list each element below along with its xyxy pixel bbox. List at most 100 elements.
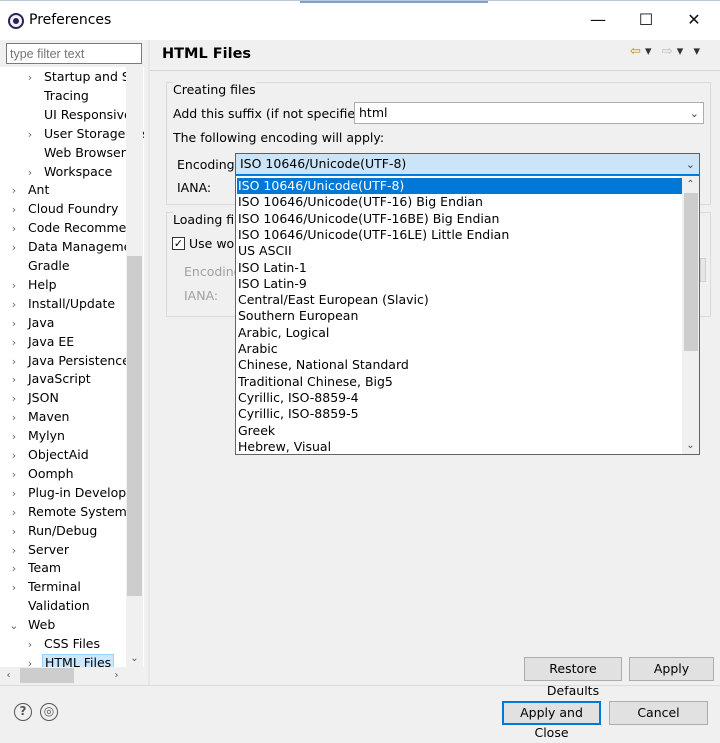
chevron-right-icon[interactable]: › [24, 635, 36, 654]
chevron-right-icon[interactable]: › [8, 314, 20, 333]
tree-scroll-left-icon[interactable]: ‹ [0, 667, 17, 684]
chevron-right-icon[interactable]: › [8, 333, 20, 352]
apply-and-close-button[interactable]: Apply and Close [502, 701, 601, 740]
tree-item[interactable]: ⌄ Web [0, 615, 57, 634]
forward-menu-icon[interactable]: ▾ [677, 44, 684, 59]
encoding-option[interactable]: Traditional Chinese, Big5 [237, 374, 683, 390]
chevron-right-icon[interactable]: › [8, 408, 20, 427]
chevron-right-icon[interactable]: › [8, 578, 20, 597]
tree-item[interactable]: › Team [0, 558, 63, 577]
tree-item[interactable]: › Ant [0, 180, 51, 199]
tree-scroll-right-icon[interactable]: › [108, 667, 125, 684]
chevron-right-icon[interactable]: › [8, 295, 20, 314]
chevron-right-icon[interactable]: › [8, 484, 20, 503]
tree-item[interactable]: Validation [0, 596, 92, 615]
tree-item[interactable]: › Data Managemen [0, 237, 141, 256]
encoding-option[interactable]: Cyrillic, ISO-8859-4 [237, 390, 683, 406]
import-export-icon[interactable]: ◎ [40, 703, 58, 721]
chevron-right-icon[interactable]: › [24, 125, 36, 144]
chevron-right-icon[interactable]: › [8, 541, 20, 560]
chevron-down-icon[interactable]: ⌄ [8, 616, 20, 635]
tree-item[interactable]: › Remote Systems [0, 502, 135, 521]
chevron-right-icon[interactable]: › [8, 200, 20, 219]
tree-item[interactable]: UI Responsiven [0, 105, 142, 124]
chevron-right-icon[interactable]: › [8, 352, 20, 371]
dropdown-scroll-up-icon[interactable]: ⌃ [682, 176, 699, 193]
restore-defaults-button[interactable]: Restore Defaults [524, 657, 622, 698]
tree-item[interactable]: › Terminal [0, 577, 83, 596]
tree-item[interactable]: Tracing [0, 86, 91, 105]
tree-item[interactable]: Gradle [0, 256, 72, 275]
chevron-right-icon[interactable]: › [8, 465, 20, 484]
tree-item[interactable]: › Java Persistence [0, 351, 132, 370]
tree-item[interactable]: › Server [0, 540, 71, 559]
back-icon[interactable]: ⇦ [630, 44, 641, 59]
tree-item[interactable]: › User Storage Se [0, 124, 144, 143]
encoding-option[interactable]: ISO 10646/Unicode(UTF-16LE) Little Endia… [237, 227, 683, 243]
tree-item[interactable]: › Maven [0, 407, 71, 426]
encoding-option[interactable]: Arabic, Logical [237, 325, 683, 341]
encoding-option[interactable]: Central/East European (Slavic) [237, 292, 683, 308]
chevron-right-icon[interactable]: › [8, 219, 20, 238]
chevron-right-icon[interactable]: › [8, 389, 20, 408]
chevron-right-icon[interactable]: › [24, 654, 36, 667]
chevron-right-icon[interactable]: › [8, 427, 20, 446]
forward-icon[interactable]: ⇨ [662, 44, 673, 59]
maximize-button[interactable]: ☐ [631, 8, 661, 32]
chevron-right-icon[interactable]: › [8, 238, 20, 257]
chevron-right-icon[interactable]: › [8, 446, 20, 465]
encoding-option[interactable]: ISO 10646/Unicode(UTF-8) [237, 178, 683, 195]
chevron-right-icon[interactable]: › [8, 370, 20, 389]
encoding-option[interactable]: Greek [237, 423, 683, 439]
tree-item[interactable]: › JavaScript [0, 369, 93, 388]
tree-item[interactable]: › Mylyn [0, 426, 67, 445]
close-button[interactable]: ✕ [679, 8, 709, 32]
encoding-option[interactable]: Arabic [237, 341, 683, 357]
minimize-button[interactable]: — [583, 8, 613, 32]
encoding-dropdown-list[interactable]: ISO 10646/Unicode(UTF-8) ISO 10646/Unicod… [235, 175, 700, 455]
chevron-right-icon[interactable]: › [8, 522, 20, 541]
filter-input[interactable] [6, 43, 142, 64]
encoding-option[interactable]: ISO 10646/Unicode(UTF-16BE) Big Endian [237, 211, 683, 227]
tree-scroll-down-icon[interactable]: ⌄ [126, 650, 143, 667]
tree-item[interactable]: › Run/Debug [0, 521, 99, 540]
encoding-option[interactable]: Southern European [237, 308, 683, 324]
tree-item[interactable]: › Startup and Sh [0, 67, 140, 86]
encoding-option[interactable]: Cyrillic, ISO-8859-5 [237, 406, 683, 422]
tree-item[interactable]: › Install/Update [0, 294, 117, 313]
chevron-right-icon[interactable]: › [8, 559, 20, 578]
chevron-right-icon[interactable]: › [24, 68, 36, 87]
encoding-option[interactable]: Hebrew, Visual [237, 439, 683, 455]
encoding-option[interactable]: Chinese, National Standard [237, 357, 683, 373]
tree-hscroll-thumb[interactable] [20, 668, 74, 683]
chevron-right-icon[interactable]: › [8, 276, 20, 295]
tree-item[interactable]: › Cloud Foundry [0, 199, 120, 218]
tree-item[interactable]: › ObjectAid [0, 445, 91, 464]
dropdown-scroll-down-icon[interactable]: ⌄ [682, 437, 699, 454]
apply-button[interactable]: Apply [629, 657, 714, 681]
tree-item[interactable]: Web Browser [0, 143, 128, 162]
tree-item[interactable]: › Java EE [0, 332, 76, 351]
chevron-right-icon[interactable]: › [8, 181, 20, 200]
back-menu-icon[interactable]: ▾ [645, 44, 652, 59]
preferences-tree[interactable]: › Startup and Sh Tracing UI Responsiven › Use… [0, 67, 144, 667]
chevron-right-icon[interactable]: › [8, 503, 20, 522]
tree-scroll-thumb[interactable] [127, 256, 142, 596]
cancel-button[interactable]: Cancel [609, 701, 708, 725]
tree-item[interactable]: › JSON [0, 388, 61, 407]
help-icon[interactable]: ? [14, 703, 32, 721]
tree-item[interactable]: › Workspace [0, 162, 114, 181]
chevron-right-icon[interactable]: › [24, 163, 36, 182]
encoding-option[interactable]: US ASCII [237, 243, 683, 259]
tree-item[interactable]: › Plug-in Developm [0, 483, 140, 502]
dropdown-scroll-thumb[interactable] [684, 193, 698, 351]
tree-item[interactable]: › Code Recommen [0, 218, 136, 237]
view-menu-icon[interactable]: ▾ [693, 44, 700, 59]
encoding-option[interactable]: ISO 10646/Unicode(UTF-16) Big Endian [237, 194, 683, 210]
tree-item[interactable]: › CSS Files [0, 634, 102, 653]
suffix-combo[interactable]: html ⌄ [354, 102, 704, 124]
encoding-combo[interactable]: ISO 10646/Unicode(UTF-8) ⌄ [235, 153, 700, 175]
tree-item[interactable]: › Help [0, 275, 59, 294]
panel-splitter[interactable] [148, 40, 150, 685]
use-workspace-encoding-checkbox[interactable]: ✓ [172, 237, 185, 250]
